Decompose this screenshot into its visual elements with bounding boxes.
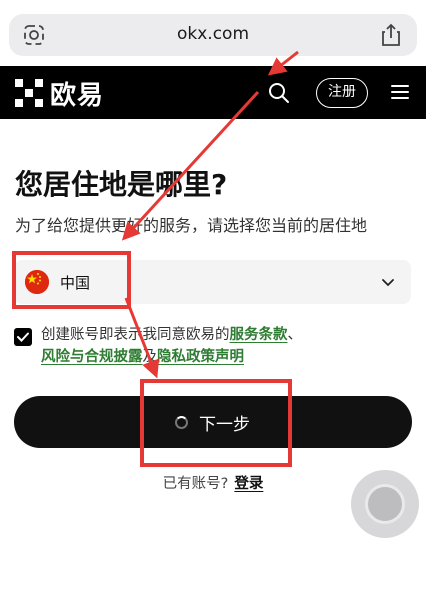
agreement-separator: 、 xyxy=(287,327,303,343)
risk-disclosure-link[interactable]: 风险与合规披露 xyxy=(41,349,143,365)
terms-of-service-link[interactable]: 服务条款 xyxy=(230,327,288,343)
agreement-checkbox[interactable] xyxy=(14,328,32,346)
page-subtitle: 为了给您提供更好的服务，请选择您当前的居住地 xyxy=(15,216,368,235)
browser-chrome: okx.com xyxy=(0,0,426,66)
logo-text[interactable]: 欧易 xyxy=(50,75,104,112)
search-icon[interactable] xyxy=(268,82,290,104)
page-title: 您居住地是哪里? xyxy=(15,168,228,201)
annotation-box-next xyxy=(140,379,292,467)
okx-logo-icon[interactable] xyxy=(15,79,43,107)
agreement-and: 及 xyxy=(142,349,158,365)
address-bar[interactable]: okx.com xyxy=(9,14,417,56)
checkmark-icon xyxy=(17,332,29,342)
chevron-down-icon xyxy=(382,279,394,287)
login-prompt: 已有账号? xyxy=(162,476,229,492)
privacy-policy-link[interactable]: 隐私政策声明 xyxy=(157,349,244,365)
login-link[interactable]: 登录 xyxy=(234,476,263,492)
annotation-box-region xyxy=(12,251,131,309)
menu-icon[interactable] xyxy=(391,84,409,100)
agreement-text: 创建账号即表示我同意欧易的服务条款、 风险与合规披露及隐私政策声明 xyxy=(41,324,414,368)
share-icon[interactable] xyxy=(381,23,401,47)
register-button[interactable]: 注册 xyxy=(316,78,368,108)
assistive-touch-button[interactable] xyxy=(351,470,419,538)
url-text[interactable]: okx.com xyxy=(9,24,417,44)
assistive-touch-inner xyxy=(365,484,405,524)
agreement-row: 创建账号即表示我同意欧易的服务条款、 风险与合规披露及隐私政策声明 xyxy=(14,324,414,368)
site-header: 欧易 注册 xyxy=(0,66,426,119)
agreement-text-before: 创建账号即表示我同意欧易的 xyxy=(41,327,230,343)
